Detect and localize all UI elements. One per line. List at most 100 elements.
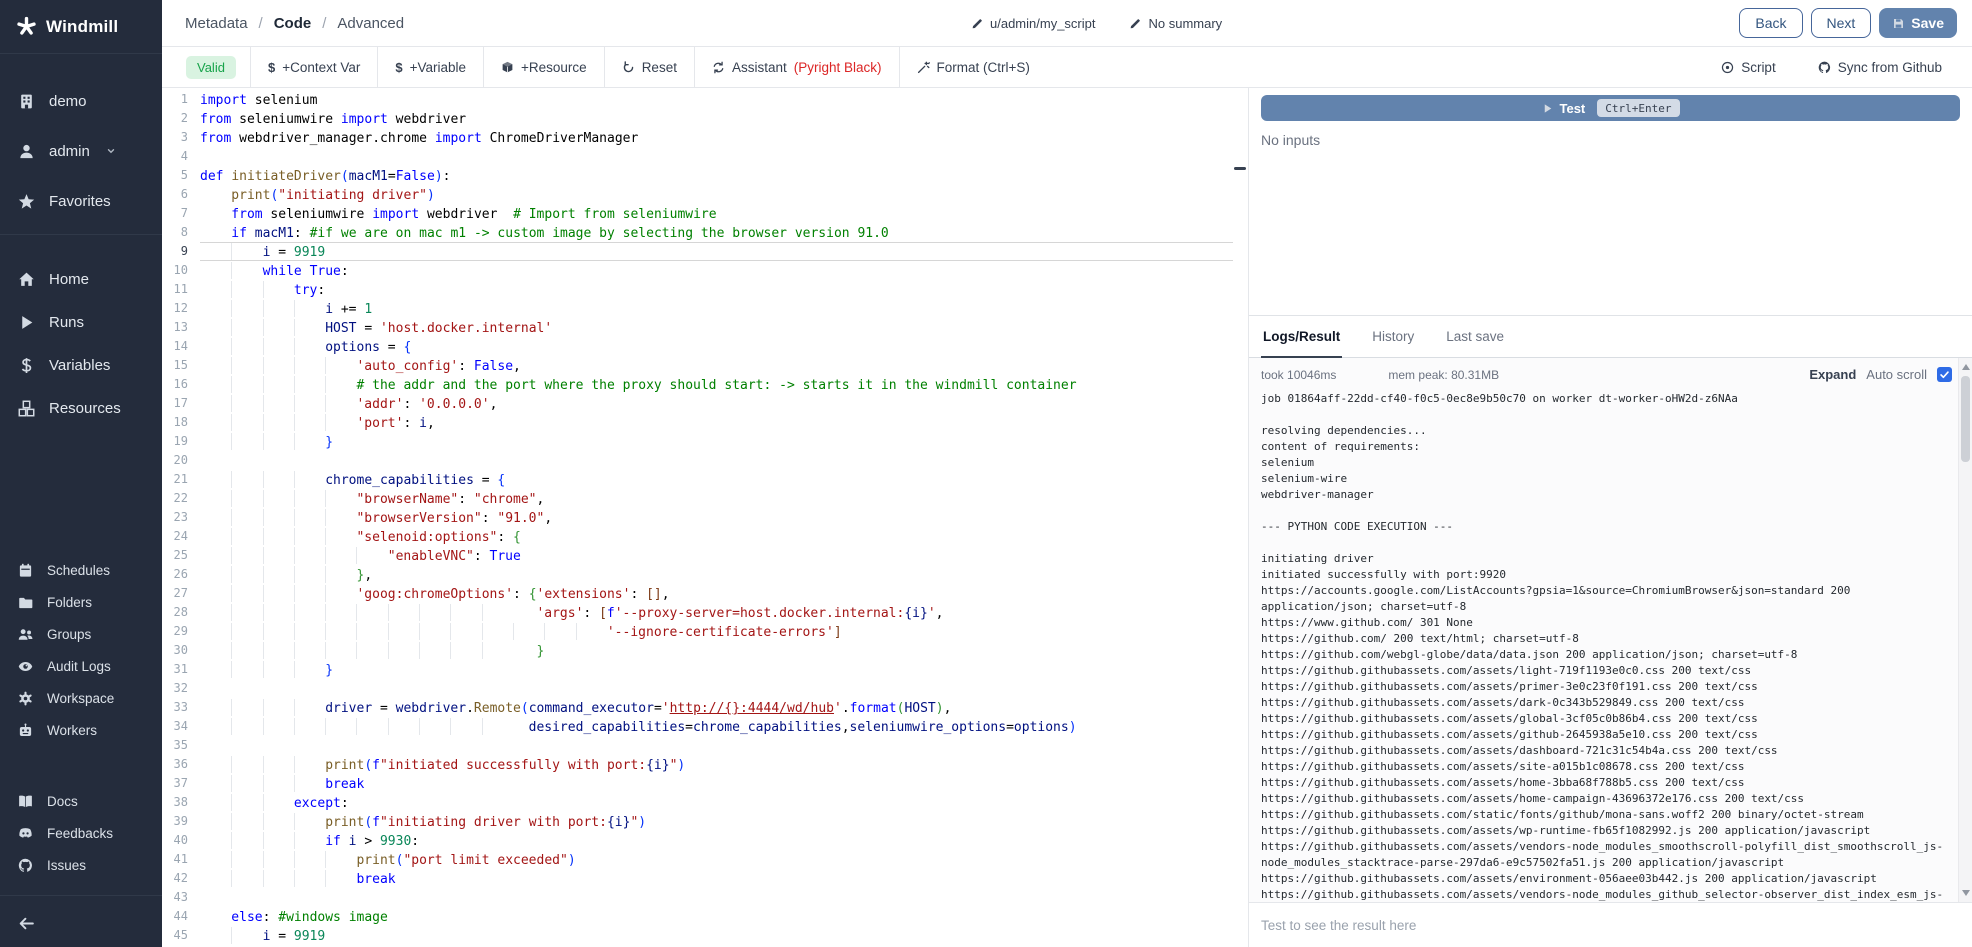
- code-line[interactable]: 2from seleniumwire import webdriver: [162, 109, 1233, 128]
- sync-from-github-button[interactable]: Sync from Github: [1818, 60, 1942, 75]
- code-line[interactable]: 19}: [162, 432, 1233, 451]
- code-line[interactable]: 12i += 1: [162, 299, 1233, 318]
- code-line[interactable]: 23"browserVersion": "91.0",: [162, 508, 1233, 527]
- code-line[interactable]: 37break: [162, 774, 1233, 793]
- sidebar-item-schedules[interactable]: Schedules: [0, 554, 162, 586]
- code-line[interactable]: 33driver = webdriver.Remote(command_exec…: [162, 698, 1233, 717]
- sidebar-item-groups[interactable]: Groups: [0, 618, 162, 650]
- save-button[interactable]: Save: [1879, 8, 1957, 38]
- auto-scroll-checkbox[interactable]: [1937, 367, 1952, 382]
- test-label-group: Test: [1542, 101, 1586, 116]
- code-line[interactable]: 22"browserName": "chrome",: [162, 489, 1233, 508]
- expand-button[interactable]: Expand: [1809, 367, 1856, 382]
- code-line[interactable]: 6print("initiating driver"): [162, 185, 1233, 204]
- code-line[interactable]: 20: [162, 451, 1233, 470]
- code-line[interactable]: 38except:: [162, 793, 1233, 812]
- test-button[interactable]: Test Ctrl+Enter: [1261, 95, 1960, 121]
- code-line[interactable]: 7from seleniumwire import webdriver # Im…: [162, 204, 1233, 223]
- sidebar-item-docs[interactable]: Docs: [0, 785, 162, 817]
- code-line[interactable]: 1import selenium: [162, 90, 1233, 109]
- code-line[interactable]: 32: [162, 679, 1233, 698]
- sidebar-item-runs[interactable]: Runs: [0, 301, 162, 344]
- sidebar-item-home[interactable]: Home: [0, 258, 162, 301]
- code-line[interactable]: 17'addr': '0.0.0.0',: [162, 394, 1233, 413]
- code-line[interactable]: 44else: #windows image: [162, 907, 1233, 926]
- code-line[interactable]: 10while True:: [162, 261, 1233, 280]
- code-line[interactable]: 42break: [162, 869, 1233, 888]
- tab-last-save[interactable]: Last save: [1444, 316, 1506, 358]
- code-line[interactable]: 39print(f"initiating driver with port:{i…: [162, 812, 1233, 831]
- code-line[interactable]: 34 desired_capabilities=chrome_capabilit…: [162, 717, 1233, 736]
- code-line[interactable]: 16# the addr and the port where the prox…: [162, 375, 1233, 394]
- code-line[interactable]: 28 'args': [f'--proxy-server=host.docker…: [162, 603, 1233, 622]
- add-context-var-button[interactable]: $ +Context Var: [251, 47, 377, 87]
- code-line[interactable]: 25"enableVNC": True: [162, 546, 1233, 565]
- code-text: driver = webdriver.Remote(command_execut…: [200, 698, 1233, 717]
- sidebar-item-feedbacks[interactable]: Feedbacks: [0, 817, 162, 849]
- sidebar-item-variables[interactable]: Variables: [0, 344, 162, 387]
- code-line[interactable]: 45i = 9919: [162, 926, 1233, 945]
- code-line[interactable]: 8if macM1: #if we are on mac m1 -> custo…: [162, 223, 1233, 242]
- code-line[interactable]: 14options = {: [162, 337, 1233, 356]
- sidebar-item-admin[interactable]: admin: [0, 126, 162, 176]
- add-resource-label: +Resource: [521, 60, 587, 75]
- sidebar-item-workspace[interactable]: Workspace: [0, 682, 162, 714]
- sidebar-item-audit-logs[interactable]: Audit Logs: [0, 650, 162, 682]
- tab-logs-result[interactable]: Logs/Result: [1261, 316, 1342, 358]
- code-editor[interactable]: 1import selenium2from seleniumwire impor…: [162, 88, 1233, 947]
- back-button[interactable]: Back: [1739, 8, 1802, 38]
- code-line[interactable]: 24"selenoid:options": {: [162, 527, 1233, 546]
- code-line[interactable]: 27'goog:chromeOptions': {'extensions': […: [162, 584, 1233, 603]
- code-line[interactable]: 13HOST = 'host.docker.internal': [162, 318, 1233, 337]
- code-line[interactable]: 15'auto_config': False,: [162, 356, 1233, 375]
- collapse-sidebar-button[interactable]: [18, 908, 35, 938]
- next-button[interactable]: Next: [1811, 8, 1872, 38]
- sidebar-item-favorites[interactable]: Favorites: [0, 176, 162, 226]
- code-line[interactable]: 31}: [162, 660, 1233, 679]
- script-kind-button[interactable]: Script: [1721, 60, 1776, 75]
- log-scrollbar[interactable]: [1958, 358, 1972, 902]
- code-line[interactable]: 18'port': i,: [162, 413, 1233, 432]
- code-line[interactable]: 43: [162, 888, 1233, 907]
- tab-advanced[interactable]: Advanced: [337, 15, 404, 32]
- windmill-logo[interactable]: Windmill: [0, 0, 162, 54]
- splitter-handle[interactable]: [1234, 167, 1246, 170]
- sidebar-item-label: Favorites: [49, 193, 111, 210]
- format-button[interactable]: Format (Ctrl+S): [900, 47, 1047, 87]
- code-text: [200, 736, 1233, 755]
- code-line[interactable]: 26},: [162, 565, 1233, 584]
- code-line[interactable]: 11try:: [162, 280, 1233, 299]
- sidebar-item-demo[interactable]: demo: [0, 76, 162, 126]
- code-line[interactable]: 41print("port limit exceeded"): [162, 850, 1233, 869]
- script-summary-chip[interactable]: No summary: [1129, 16, 1222, 31]
- code-line[interactable]: 35: [162, 736, 1233, 755]
- scroll-down-arrow-icon[interactable]: [1962, 890, 1970, 896]
- sidebar-item-resources[interactable]: Resources: [0, 387, 162, 430]
- code-line[interactable]: 30 }: [162, 641, 1233, 660]
- scroll-up-arrow-icon[interactable]: [1962, 364, 1970, 370]
- code-line[interactable]: 36print(f"initiated successfully with po…: [162, 755, 1233, 774]
- code-line[interactable]: 9i = 9919: [162, 242, 1233, 261]
- tab-code[interactable]: Code: [274, 15, 312, 32]
- code-line[interactable]: 4: [162, 147, 1233, 166]
- code-line[interactable]: 29'--ignore-certificate-errors']: [162, 622, 1233, 641]
- code-line[interactable]: 3from webdriver_manager.chrome import Ch…: [162, 128, 1233, 147]
- scrollbar-thumb[interactable]: [1961, 376, 1970, 462]
- sidebar-item-folders[interactable]: Folders: [0, 586, 162, 618]
- code-line[interactable]: 21chrome_capabilities = {: [162, 470, 1233, 489]
- add-resource-button[interactable]: +Resource: [484, 47, 604, 87]
- line-number: 19: [162, 432, 188, 451]
- add-variable-button[interactable]: $ +Variable: [378, 47, 483, 87]
- panel-splitter[interactable]: [1233, 88, 1248, 947]
- tab-metadata[interactable]: Metadata: [185, 15, 248, 32]
- script-path-chip[interactable]: u/admin/my_script: [971, 16, 1095, 31]
- code-line[interactable]: 40if i > 9930:: [162, 831, 1233, 850]
- reset-button[interactable]: Reset: [605, 47, 694, 87]
- assistant-button[interactable]: Assistant (Pyright Black): [695, 47, 899, 87]
- code-line[interactable]: 5def initiateDriver(macM1=False):: [162, 166, 1233, 185]
- sidebar-item-workers[interactable]: Workers: [0, 714, 162, 746]
- log-line: [1261, 407, 1946, 423]
- script-path: u/admin/my_script: [990, 16, 1095, 31]
- tab-history[interactable]: History: [1370, 316, 1416, 358]
- sidebar-item-issues[interactable]: Issues: [0, 849, 162, 881]
